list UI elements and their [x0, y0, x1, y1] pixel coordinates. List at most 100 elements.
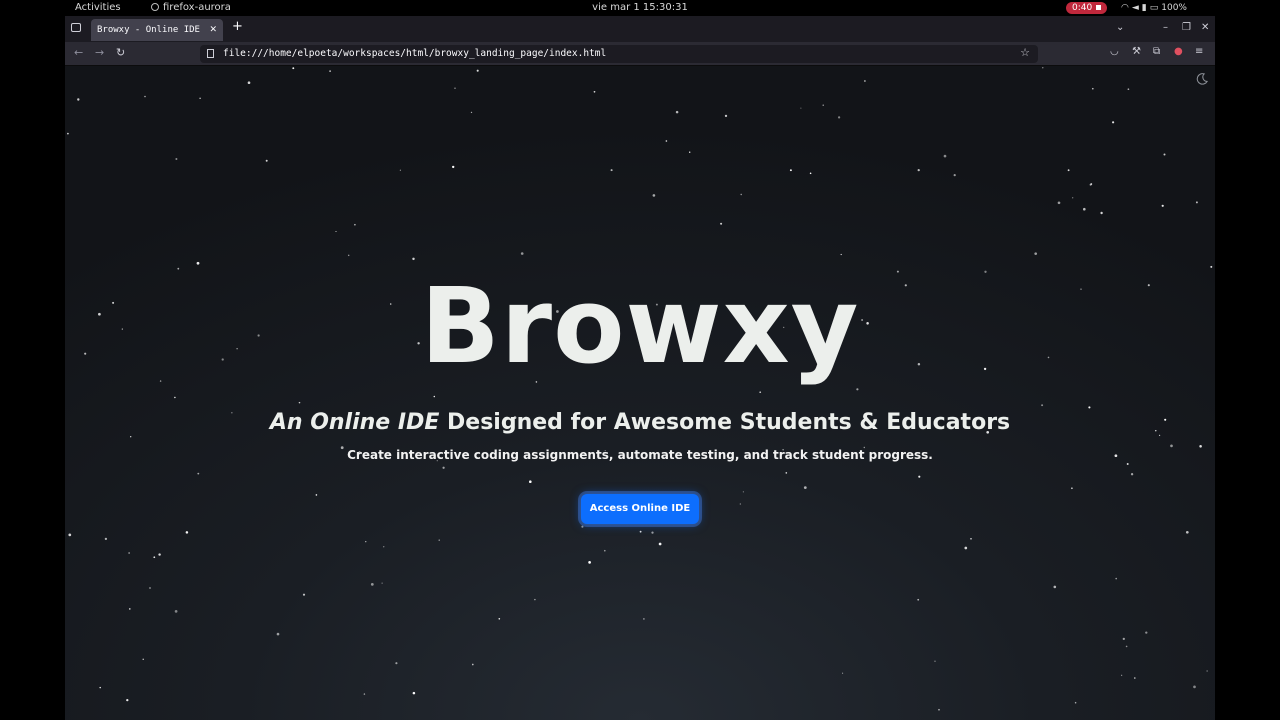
clock[interactable]: vie mar 1 15:30:31	[65, 0, 1215, 16]
close-window-icon[interactable]: ✕	[1201, 22, 1209, 33]
battery-level: 100%	[1161, 3, 1187, 13]
minimize-icon[interactable]: –	[1163, 22, 1168, 33]
star	[1134, 677, 1136, 679]
star	[610, 169, 613, 172]
star	[917, 598, 920, 601]
star	[315, 494, 318, 496]
tab-browxy[interactable]: Browxy - Online IDE ✕	[91, 19, 223, 41]
star	[276, 632, 280, 636]
star	[395, 662, 398, 665]
star	[740, 193, 742, 196]
star	[347, 254, 350, 257]
star	[247, 81, 251, 85]
devtools-wrench-icon[interactable]: ⚒	[1132, 46, 1141, 57]
star	[399, 169, 401, 171]
hero-title: Browxy	[420, 265, 860, 387]
list-tabs-icon[interactable]: ⌄	[1116, 22, 1124, 33]
star	[412, 691, 416, 695]
star	[803, 486, 807, 489]
extensions-icon[interactable]: ⧉	[1153, 46, 1160, 57]
star	[158, 553, 161, 556]
star	[142, 658, 144, 660]
new-tab-button[interactable]: +	[232, 19, 243, 34]
star	[639, 530, 642, 533]
star	[581, 525, 584, 528]
close-tab-icon[interactable]: ✕	[209, 19, 217, 41]
star	[1206, 670, 1208, 672]
star	[1195, 201, 1198, 204]
star	[837, 116, 841, 119]
star	[534, 598, 536, 601]
document-icon	[207, 49, 214, 58]
star	[1185, 530, 1189, 534]
star	[917, 168, 920, 172]
star	[529, 480, 532, 484]
firefox-view-icon[interactable]	[71, 23, 81, 32]
star	[651, 531, 654, 534]
star	[1091, 87, 1094, 90]
star	[1034, 252, 1038, 256]
landing-page: Browxy An Online IDE Designed for Awesom…	[65, 66, 1215, 720]
star	[370, 583, 374, 586]
star	[822, 104, 824, 106]
star	[1100, 211, 1103, 215]
star	[759, 391, 762, 394]
star	[800, 107, 802, 109]
star	[126, 698, 129, 702]
star	[1122, 637, 1125, 641]
star	[1121, 674, 1123, 676]
profile-icon[interactable]: ●	[1174, 46, 1183, 57]
star	[77, 98, 80, 101]
moon-icon[interactable]	[1195, 72, 1209, 86]
back-icon[interactable]: ←	[74, 46, 83, 59]
star	[934, 660, 936, 662]
star	[1053, 585, 1057, 589]
star	[856, 388, 859, 391]
maximize-icon[interactable]: ❐	[1182, 22, 1191, 33]
hero-subtitle-italic: An Online IDE	[269, 410, 440, 435]
star	[1161, 204, 1164, 207]
recording-time: 0:40	[1072, 3, 1093, 13]
star	[1071, 487, 1073, 490]
star	[520, 252, 524, 255]
tab-strip: Browxy - Online IDE ✕ + ⌄ – ❐ ✕	[65, 16, 1215, 42]
star	[383, 546, 385, 548]
star	[1130, 473, 1134, 476]
star	[1115, 577, 1117, 580]
menu-icon[interactable]: ≡	[1195, 46, 1203, 57]
stop-icon	[1096, 5, 1102, 10]
star	[68, 533, 72, 537]
star	[1083, 207, 1086, 211]
star	[175, 158, 178, 160]
starfield-background	[67, 67, 1213, 711]
star	[174, 396, 176, 399]
star	[643, 618, 645, 620]
star	[724, 114, 728, 118]
star	[302, 593, 306, 596]
forward-icon[interactable]: →	[95, 46, 104, 59]
star	[953, 173, 956, 177]
star	[1074, 701, 1077, 704]
star	[442, 466, 445, 469]
star	[292, 67, 295, 70]
pocket-icon[interactable]: ◡	[1110, 46, 1119, 57]
hero-subtitle-rest: Designed for Awesome Students & Educator…	[447, 410, 1011, 435]
system-menu[interactable]: ◠◄▮▭100%	[1121, 0, 1187, 16]
star	[840, 253, 842, 256]
bookmark-star-icon[interactable]: ☆	[1020, 46, 1030, 59]
star	[1090, 183, 1093, 185]
recording-indicator[interactable]: 0:40	[1066, 2, 1108, 14]
star	[964, 546, 968, 550]
battery-icon: ▭	[1149, 3, 1162, 13]
star	[943, 154, 947, 158]
url-text[interactable]: file:///home/elpoeta/workspaces/html/bro…	[223, 45, 606, 63]
star	[104, 537, 108, 541]
system-top-bar: Activities firefox-aurora vie mar 1 15:3…	[65, 0, 1215, 16]
navigation-toolbar: ← → ↻ file:///home/elpoeta/workspaces/ht…	[65, 42, 1215, 66]
star	[197, 472, 200, 475]
tab-title: Browxy - Online IDE	[97, 25, 200, 35]
access-online-ide-button[interactable]: Access Online IDE	[581, 494, 699, 524]
url-bar[interactable]: file:///home/elpoeta/workspaces/html/bro…	[200, 45, 1038, 63]
star	[918, 475, 921, 478]
reload-icon[interactable]: ↻	[116, 46, 125, 59]
